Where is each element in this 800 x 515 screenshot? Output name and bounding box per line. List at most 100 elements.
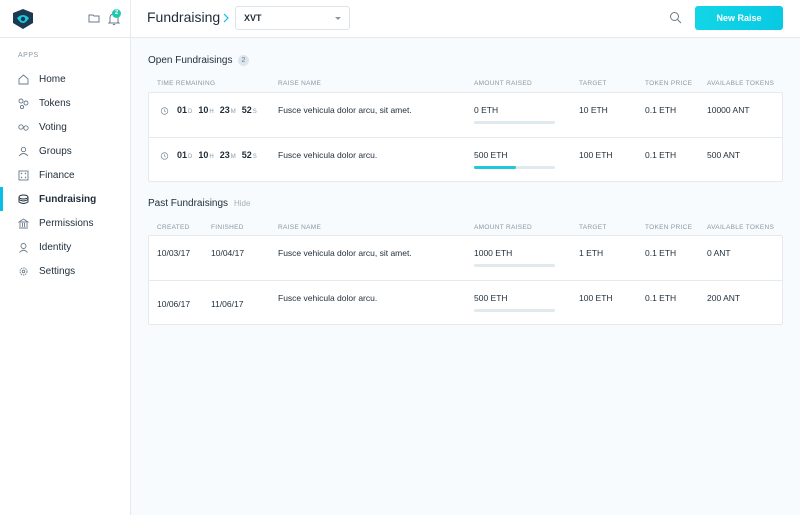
fundraising-icon	[18, 194, 29, 204]
settings-icon	[19, 267, 28, 275]
days-value: 01	[177, 105, 188, 115]
past-fundraisings-table: 10/03/17 10/04/17 Fusce vehicula dolor a…	[148, 235, 783, 325]
column-header: AMOUNT RAISED	[474, 224, 532, 231]
aragon-logo[interactable]	[11, 8, 35, 30]
amount-raised: 500 ETH	[474, 293, 508, 303]
amount-raised: 0 ETH	[474, 105, 499, 115]
hide-past-link[interactable]: Hide	[234, 199, 250, 208]
column-header: RAISE NAME	[278, 224, 322, 231]
finished-date: 11/06/17	[211, 299, 244, 309]
column-header: TIME REMAINING	[157, 80, 216, 87]
hours-value: 10	[198, 105, 209, 115]
hours-unit: H	[209, 109, 214, 115]
sidebar: 2 APPS Home Tokens Voting Groups Finance…	[0, 0, 131, 515]
sidebar-item-groups[interactable]: Groups	[0, 139, 130, 163]
column-header: TOKEN PRICE	[645, 224, 693, 231]
sidebar-item-permissions[interactable]: Permissions	[0, 211, 130, 235]
raise-name: Fusce vehicula dolor arcu.	[278, 150, 378, 160]
sidebar-item-label: Tokens	[39, 97, 71, 109]
sidebar-header: 2	[0, 0, 130, 38]
minutes-value: 23	[219, 105, 230, 115]
minutes-unit: M	[230, 154, 236, 160]
amount-raised: 1000 ETH	[474, 248, 513, 258]
progress-fill	[474, 166, 517, 169]
alarm-clock-icon	[160, 107, 169, 115]
sidebar-item-settings[interactable]: Settings	[0, 259, 130, 283]
column-header: AVAILABLE TOKENS	[707, 224, 775, 231]
created-date: 10/06/17	[157, 299, 191, 309]
sidebar-item-label: Identity	[39, 241, 72, 253]
target: 10 ETH	[579, 105, 608, 115]
sidebar-item-label: Voting	[39, 121, 67, 133]
token-price: 0.1 ETH	[645, 293, 677, 303]
days-value: 01	[177, 150, 188, 160]
table-row[interactable]: 01 D 10 H 23 M 52 S Fusce vehicula dolor arc…	[149, 138, 782, 182]
column-header: AVAILABLE TOKENS	[707, 80, 775, 87]
time-remaining: 01 D 10 H 23 M 52 S	[177, 150, 263, 160]
token-select-value: XVT	[244, 13, 262, 23]
column-header: RAISE NAME	[278, 80, 322, 87]
available-tokens: 500 ANT	[707, 150, 741, 160]
column-header: CREATED	[157, 224, 190, 231]
seconds-value: 52	[241, 150, 252, 160]
sidebar-item-label: Finance	[39, 169, 75, 181]
column-header: TARGET	[579, 80, 607, 87]
identity-icon	[19, 242, 28, 253]
raise-name: Fusce vehicula dolor arcu, sit amet.	[278, 105, 412, 115]
chevron-down-icon	[335, 17, 341, 20]
progress-bar	[474, 121, 555, 124]
search-icon[interactable]	[669, 11, 682, 24]
sidebar-item-label: Settings	[39, 265, 76, 277]
progress-bar	[474, 309, 555, 312]
sidebar-item-voting[interactable]: Voting	[0, 115, 130, 139]
new-raise-button[interactable]: New Raise	[695, 6, 783, 30]
minutes-value: 23	[219, 150, 230, 160]
home-icon	[18, 73, 29, 84]
sidebar-item-identity[interactable]: Identity	[0, 235, 130, 259]
sidebar-item-label: Home	[39, 73, 66, 85]
open-count-badge: 2	[238, 55, 249, 66]
progress-bar	[474, 264, 555, 267]
table-row[interactable]: 10/06/17 11/06/17 Fusce vehicula dolor a…	[149, 281, 782, 325]
seconds-unit: S	[252, 109, 257, 115]
sidebar-item-label: Groups	[39, 145, 72, 157]
table-row[interactable]: 01 D 10 H 23 M 52 S Fusce vehicula dolor arc…	[149, 93, 782, 137]
apps-section-label: APPS	[18, 52, 39, 59]
minutes-unit: M	[230, 109, 236, 115]
sidebar-item-finance[interactable]: Finance	[0, 163, 130, 187]
created-date: 10/03/17	[157, 248, 191, 258]
hours-unit: H	[209, 154, 214, 160]
target: 100 ETH	[579, 150, 613, 160]
sidebar-item-fundraising[interactable]: Fundraising	[0, 187, 130, 211]
past-fundraisings-title: Past Fundraisings	[148, 198, 229, 209]
open-fundraisings-title: Open Fundraisings	[148, 55, 233, 66]
target: 1 ETH	[579, 248, 604, 258]
open-fundraisings-table: 01 D 10 H 23 M 52 S Fusce vehicula dolor arc…	[148, 92, 783, 182]
token-price: 0.1 ETH	[645, 105, 677, 115]
amount-raised: 500 ETH	[474, 150, 508, 160]
notification-badge: 2	[112, 9, 121, 18]
raise-name: Fusce vehicula dolor arcu.	[278, 293, 378, 303]
column-header: TARGET	[579, 224, 607, 231]
token-price: 0.1 ETH	[645, 248, 677, 258]
days-unit: D	[188, 154, 193, 160]
page-title: Fundraising	[147, 9, 221, 25]
available-tokens: 10000 ANT	[707, 105, 750, 115]
days-unit: D	[188, 109, 193, 115]
target: 100 ETH	[579, 293, 613, 303]
voting-icon	[18, 123, 29, 131]
sidebar-nav: Home Tokens Voting Groups Finance Fundra…	[0, 67, 130, 283]
available-tokens: 0 ANT	[707, 248, 731, 258]
folder-icon[interactable]	[88, 12, 100, 24]
column-header: TOKEN PRICE	[645, 80, 693, 87]
alarm-clock-icon	[160, 152, 169, 160]
progress-bar	[474, 166, 555, 169]
permissions-icon	[18, 217, 29, 228]
sidebar-item-tokens[interactable]: Tokens	[0, 91, 130, 115]
seconds-value: 52	[241, 105, 252, 115]
column-header: FINISHED	[211, 224, 244, 231]
sidebar-item-home[interactable]: Home	[0, 67, 130, 91]
token-select[interactable]: XVT	[235, 6, 350, 30]
chevron-right-icon	[223, 13, 229, 23]
table-row[interactable]: 10/03/17 10/04/17 Fusce vehicula dolor a…	[149, 236, 782, 280]
